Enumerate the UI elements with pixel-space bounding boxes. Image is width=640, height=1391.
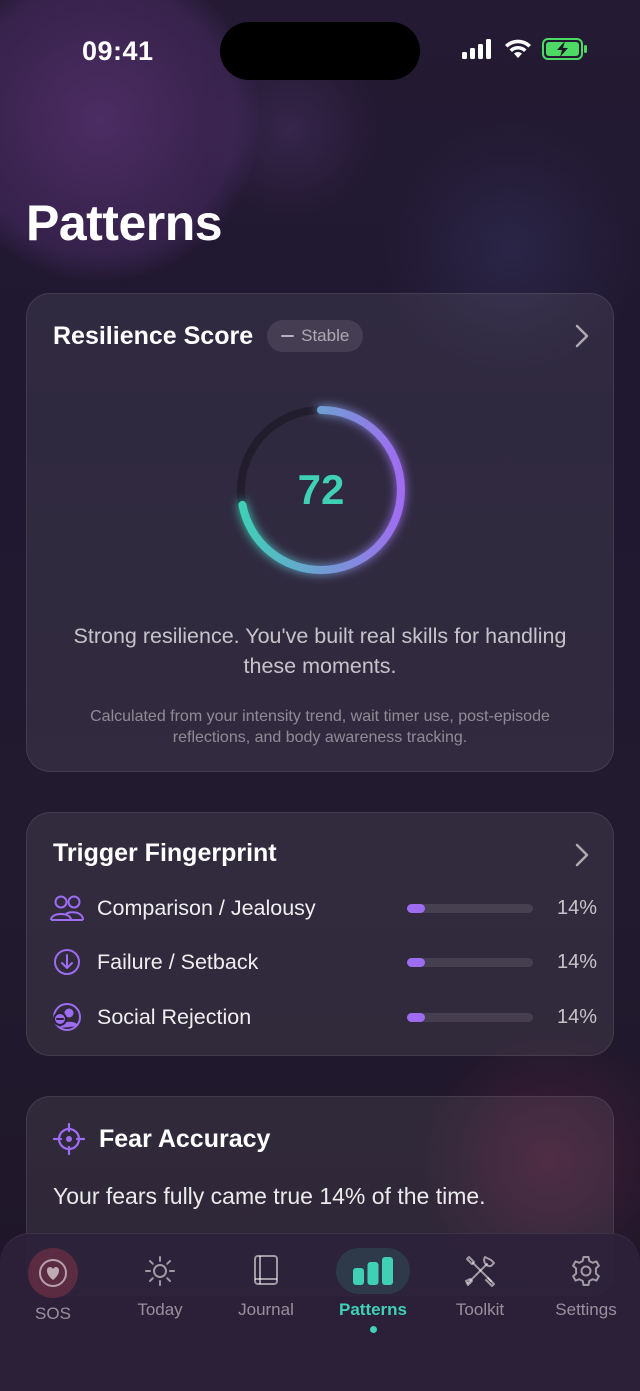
tools-icon [454,1248,506,1294]
tab-today[interactable]: Today [110,1248,210,1320]
tab-label: Journal [238,1300,294,1319]
resilience-card[interactable]: Resilience Score Stable 72 Strong resili… [26,293,614,772]
resilience-title: Resilience Score [53,321,254,350]
tab-toolkit[interactable]: Toolkit [430,1248,530,1320]
page-title: Patterns [26,195,223,251]
book-icon [240,1248,292,1294]
trigger-label: Comparison / Jealousy [97,895,316,920]
trigger-row: Failure / Setback 14% [49,942,597,982]
fear-header: Fear Accuracy [53,1123,270,1155]
status-time: 09:41 [82,36,154,66]
trigger-label: Failure / Setback [97,949,259,974]
gear-icon [560,1248,612,1294]
trend-badge: Stable [267,320,364,352]
resilience-header: Resilience Score Stable [53,320,364,352]
status-bar: 09:41 [0,0,640,100]
tab-label: Toolkit [455,1300,505,1319]
fear-text: Your fears fully came true 14% of the ti… [53,1183,486,1209]
trigger-bar [407,903,533,913]
trigger-bar-fill [407,903,425,913]
tab-patterns[interactable]: Patterns [323,1248,423,1333]
trigger-label: Social Rejection [97,1004,252,1029]
sun-icon [134,1248,186,1294]
trigger-card[interactable]: Trigger Fingerprint Comparison / Jealous… [26,812,614,1056]
arrow-down-circle-icon [49,944,85,980]
tab-label: Settings [555,1300,617,1319]
resilience-ring: 72 [221,390,421,590]
people-icon [49,890,85,926]
trigger-bar [407,1012,533,1022]
trend-label: Stable [301,326,350,345]
resilience-note: Calculated from your intensity trend, wa… [90,708,550,746]
tab-label: Today [137,1300,183,1319]
trigger-bar [407,957,533,967]
resilience-score-value: 72 [297,466,345,513]
resilience-description: Strong resilience. You've built real ski… [73,624,567,678]
tab-label: Patterns [338,1300,408,1319]
wifi-icon [505,39,531,58]
trigger-title: Trigger Fingerprint [53,839,277,867]
dynamic-island [220,22,420,80]
tab-bar: SOS Today Journal Patterns Toolkit Setti… [0,1233,640,1391]
trigger-bar-fill [407,957,425,967]
active-tab-indicator [369,1326,377,1333]
trigger-row: Social Rejection 14% [49,997,597,1037]
tab-settings[interactable]: Settings [536,1248,636,1320]
trigger-row: Comparison / Jealousy 14% [49,888,597,928]
target-icon [53,1123,85,1155]
trigger-percent: 14% [556,950,597,973]
status-icons [462,38,588,60]
tab-journal[interactable]: Journal [216,1248,316,1320]
trigger-percent: 14% [556,1005,597,1028]
chevron-right-icon[interactable] [575,324,589,348]
fear-title: Fear Accuracy [99,1124,271,1153]
chevron-right-icon[interactable] [575,843,589,867]
tab-label: SOS [35,1304,71,1323]
trigger-percent: 14% [556,896,597,919]
dash-icon [281,335,295,337]
trigger-bar-fill [407,1012,425,1022]
battery-charging-icon [542,38,587,60]
heart-icon [28,1248,78,1298]
bar-chart-icon [336,1248,410,1294]
person-minus-icon [49,999,85,1035]
signal-icon [462,39,491,59]
tab-sos[interactable]: SOS [3,1248,103,1324]
